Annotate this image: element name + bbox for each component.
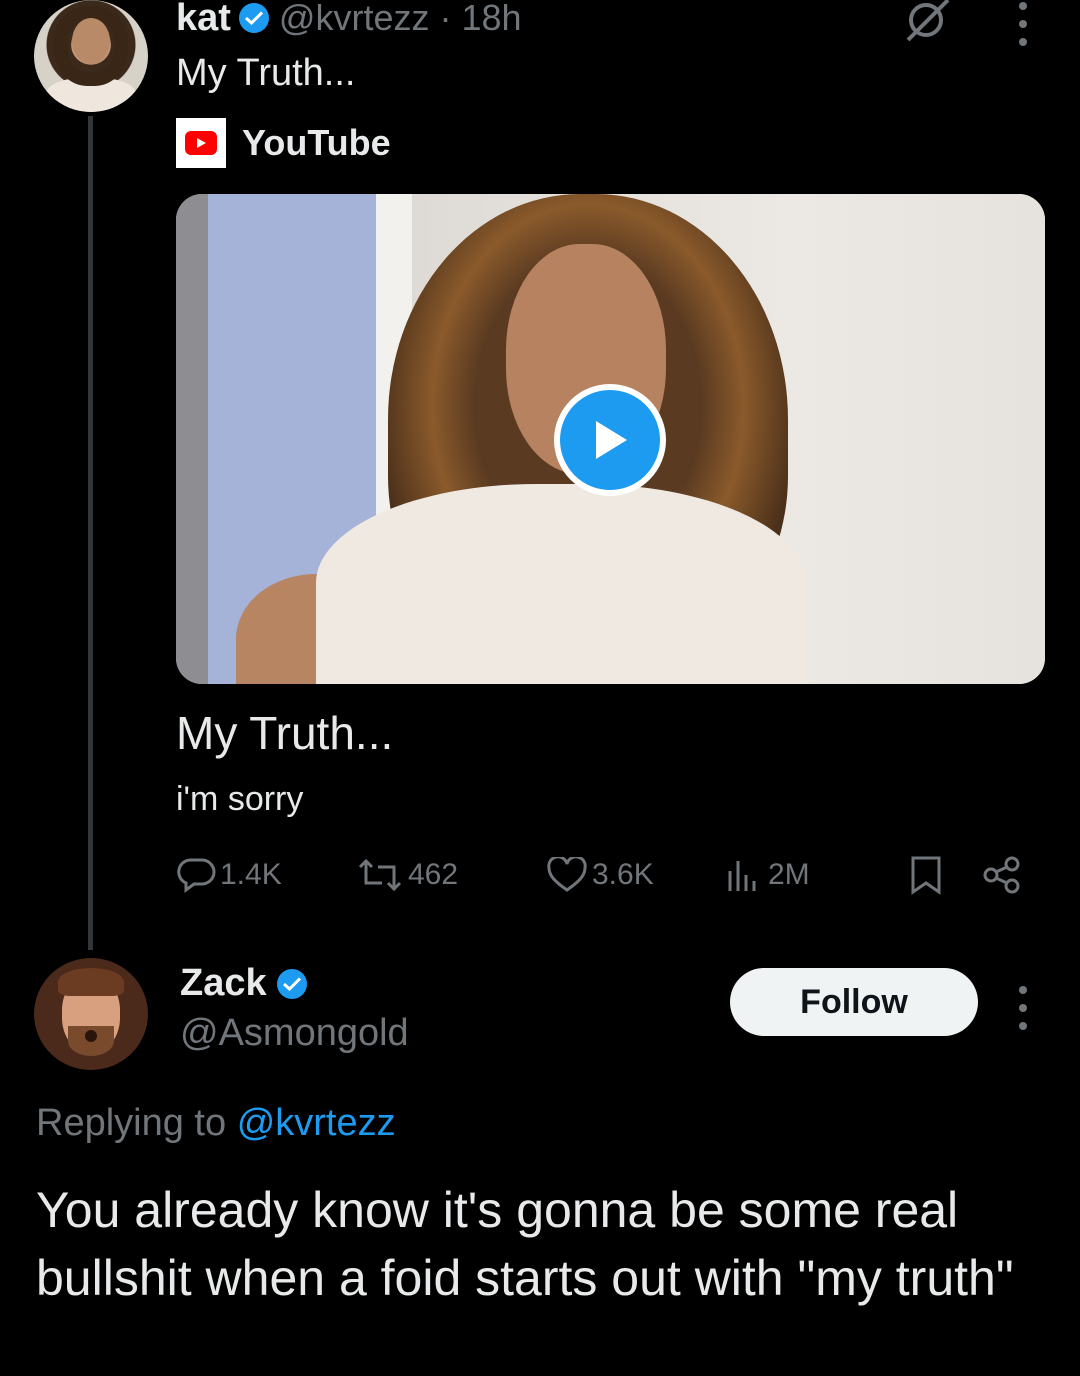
reply-text: You already know it's gonna be some real…: [36, 1182, 1014, 1306]
tweet-actions: 1.4K 462 3.6K 2M: [176, 850, 1036, 900]
link-card-source[interactable]: YouTube: [176, 118, 391, 168]
link-card-description: i'm sorry: [176, 780, 304, 818]
bookmark-icon: [911, 856, 941, 895]
reply-button[interactable]: 1.4K: [176, 850, 282, 900]
views-count: 2M: [768, 858, 810, 891]
thread-connector-line: [88, 116, 93, 950]
reply-icon: [177, 858, 216, 893]
like-count: 3.6K: [592, 858, 654, 891]
replying-to: Replying to @kvrtezz: [36, 1102, 396, 1145]
verified-badge-icon: [238, 3, 269, 33]
bookmark-button[interactable]: [909, 850, 943, 900]
tweet-text: My Truth...: [176, 52, 356, 94]
like-button[interactable]: 3.6K: [546, 850, 654, 900]
author-handle[interactable]: @kvrtezz: [279, 0, 430, 38]
like-icon: [547, 857, 587, 892]
separator-dot: ·: [439, 0, 452, 38]
follow-button[interactable]: Follow: [730, 968, 978, 1036]
reply-author-name[interactable]: Zack: [180, 962, 267, 1005]
repost-count: 462: [408, 858, 459, 891]
verified-badge-icon: [276, 968, 307, 999]
replying-to-mention[interactable]: @kvrtezz: [237, 1102, 396, 1144]
video-thumbnail[interactable]: [176, 194, 1045, 684]
link-card-source-label: YouTube: [242, 122, 391, 163]
reply-count: 1.4K: [220, 858, 282, 891]
more-icon[interactable]: [1017, 986, 1029, 1030]
avatar-kat[interactable]: [34, 0, 148, 112]
share-icon: [983, 856, 1020, 894]
more-icon[interactable]: [1017, 2, 1029, 46]
repost-icon: [358, 858, 402, 892]
views-button[interactable]: 2M: [726, 850, 810, 900]
link-card-title[interactable]: My Truth...: [176, 706, 393, 760]
youtube-icon: [176, 118, 226, 168]
replying-to-prefix: Replying to: [36, 1102, 227, 1144]
tweet-time[interactable]: 18h: [462, 0, 522, 38]
tweet-header: kat @kvrtezz · 18h: [176, 0, 522, 42]
share-button[interactable]: [982, 850, 1022, 900]
views-icon: [728, 861, 756, 891]
play-icon: [596, 421, 627, 459]
tweet-thread: kat @kvrtezz · 18h My Truth... YouTube M…: [0, 0, 1080, 1376]
author-name[interactable]: kat: [176, 0, 231, 40]
reply-author-row: Zack: [180, 962, 307, 1005]
avatar-zack[interactable]: [34, 958, 148, 1070]
repost-button[interactable]: 462: [356, 850, 458, 900]
reply-author-handle[interactable]: @Asmongold: [180, 1012, 409, 1055]
author-handle-time: @kvrtezz · 18h: [279, 0, 522, 39]
grok-icon[interactable]: [902, 0, 952, 42]
play-button[interactable]: [554, 384, 666, 496]
